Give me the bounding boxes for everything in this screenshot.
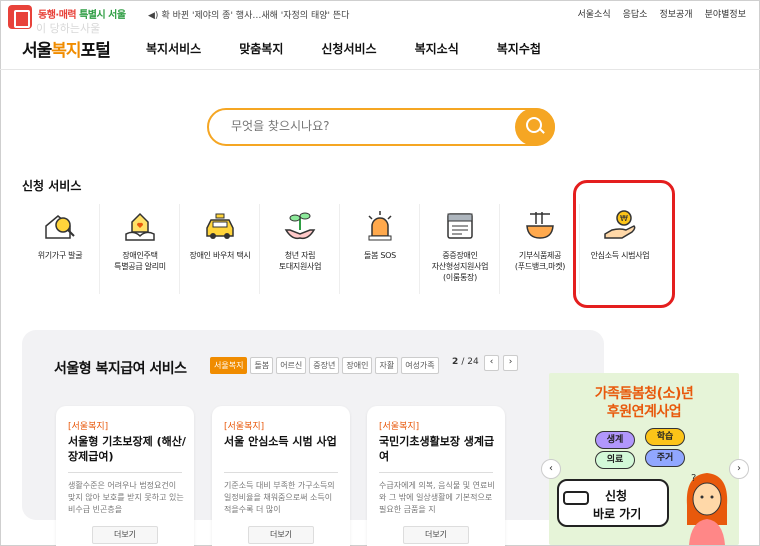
news-ticker[interactable]: ◀) 확 바뀐 '제야의 종' 행사…새해 '자정의 태양' 뜬다 bbox=[148, 8, 349, 21]
main-nav: 서울복지포털 복지서비스 맞춤복지 신청서비스 복지소식 복지수첩 bbox=[0, 30, 760, 70]
service-disabled-housing[interactable]: 장애인주택 특별공급 알리미 bbox=[100, 204, 180, 294]
banner-title-1: 가족돌봄청(소)년 bbox=[594, 386, 694, 402]
card-divider bbox=[224, 472, 338, 473]
bubble-medical: 의료 bbox=[595, 451, 635, 469]
brand-part-3: 포털 bbox=[80, 41, 111, 61]
banner-prev-button[interactable]: ‹ bbox=[541, 459, 561, 479]
card-description: 수급자에게 의복, 음식물 및 연료비와 그 밖에 일상생활에 기본적으로 필요… bbox=[379, 481, 495, 514]
link-eungdapso[interactable]: 응답소 bbox=[623, 7, 648, 20]
tab-seoul-welfare[interactable]: 서울복지 bbox=[210, 357, 248, 374]
brand-part-1: 서울 bbox=[22, 41, 52, 61]
tab-self-support[interactable]: 자활 bbox=[375, 357, 399, 374]
cta-line-1: 신청 bbox=[605, 489, 628, 503]
service-label: 위기가구 발굴 bbox=[37, 251, 83, 260]
person-illustration: ? bbox=[686, 473, 728, 545]
news-ticker-text: 확 바뀐 '제야의 종' 행사…새해 '자정의 태양' 뜬다 bbox=[161, 11, 350, 21]
house-search-icon bbox=[45, 215, 75, 239]
tab-disabled[interactable]: 장애인 bbox=[342, 357, 373, 374]
gnb-menu: 복지서비스 맞춤복지 신청서비스 복지소식 복지수첩 bbox=[146, 40, 541, 57]
banner-title-2: 후원연계사업 bbox=[606, 404, 682, 420]
link-info-disclosure[interactable]: 정보공개 bbox=[659, 7, 692, 20]
banner-next-button[interactable]: › bbox=[729, 459, 749, 479]
bubble-learning: 학습 bbox=[645, 428, 685, 446]
apply-now-button[interactable]: 신청 바로 가기 bbox=[557, 479, 669, 527]
chevron-left-icon: ‹ bbox=[549, 463, 553, 474]
service-care-sos[interactable]: 돌봄 SOS bbox=[340, 204, 420, 294]
chevron-left-icon: ‹ bbox=[489, 357, 494, 367]
service-asset-formation[interactable]: 중증장애인 자산형성지원사업 (이룸통장) bbox=[420, 204, 500, 294]
more-button[interactable]: 더보기 bbox=[403, 526, 469, 544]
page-total: / 24 bbox=[461, 357, 479, 367]
bankbook-icon bbox=[447, 213, 473, 239]
chevron-right-icon: › bbox=[737, 463, 741, 474]
siren-icon bbox=[368, 211, 392, 241]
cta-line-2: 바로 가기 bbox=[593, 507, 642, 521]
taxi-icon bbox=[206, 213, 234, 239]
card-title: 서울형 기초보장제 (해산/장제급여) bbox=[68, 435, 186, 463]
menu-welfare-news[interactable]: 복지소식 bbox=[415, 40, 459, 57]
food-bowl-icon bbox=[526, 212, 554, 239]
service-food-bank[interactable]: 기부식품제공 (푸드뱅크,마켓) bbox=[500, 204, 580, 294]
welfare-benefit-panel: 서울형 복지급여 서비스 서울복지 돌봄 어르신 중장년 장애인 자활 여성가족… bbox=[22, 330, 604, 546]
next-page-button[interactable]: › bbox=[503, 355, 518, 371]
pointing-hand-icon bbox=[563, 491, 589, 505]
card-description: 생활수준은 어려우나 법정요건이 맞지 않아 보호를 받지 못하고 있는 비수급… bbox=[68, 481, 184, 514]
service-label: 기부식품제공 (푸드뱅크,마켓) bbox=[514, 251, 566, 271]
svg-text:?: ? bbox=[691, 473, 696, 484]
link-field-info[interactable]: 분야별정보 bbox=[705, 7, 746, 20]
menu-custom-welfare[interactable]: 맞춤복지 bbox=[239, 40, 283, 57]
utility-links: 서울소식 응답소 정보공개 분야별정보 bbox=[578, 7, 747, 20]
top-bar: 동행·매력 특별시 서울 이 당하는사울 ◀) 확 바뀐 '제야의 종' 행사…새… bbox=[0, 0, 760, 35]
benefit-card[interactable]: [서울복지] 서울 안심소득 시범 사업 기준소득 대비 부족한 가구소득의 일… bbox=[212, 406, 350, 546]
card-description: 기준소득 대비 부족한 가구소득의 일정비율을 채워줌으로써 소득이 적을수록 … bbox=[224, 481, 335, 514]
seoul-slogan[interactable]: 동행·매력 특별시 서울 bbox=[38, 6, 126, 21]
category-tabs: 서울복지 돌봄 어르신 중장년 장애인 자활 여성가족 bbox=[210, 357, 439, 374]
card-tag: [서울복지] bbox=[224, 422, 265, 432]
benefit-card[interactable]: [서울복지] 국민기초생활보장 생계급여 수급자에게 의복, 음식물 및 연료비… bbox=[367, 406, 505, 546]
service-youth-support[interactable]: 청년 자립 토대지원사업 bbox=[260, 204, 340, 294]
menu-welfare-service[interactable]: 복지서비스 bbox=[146, 40, 201, 57]
search-box bbox=[207, 108, 555, 146]
link-seoul-news[interactable]: 서울소식 bbox=[578, 7, 611, 20]
card-title: 서울 안심소득 시범 사업 bbox=[224, 435, 337, 448]
section-title-application: 신청 서비스 bbox=[22, 179, 82, 193]
prev-page-button[interactable]: ‹ bbox=[484, 355, 499, 371]
more-button[interactable]: 더보기 bbox=[92, 526, 158, 544]
promo-banner[interactable]: 가족돌봄청(소)년 후원연계사업 생계 학습 의료 주거 신청 바로 가기 ? bbox=[549, 373, 739, 545]
search-input[interactable] bbox=[231, 119, 501, 133]
page-current: 2 bbox=[452, 357, 459, 367]
menu-welfare-handbook[interactable]: 복지수첩 bbox=[497, 40, 541, 57]
tab-women-family[interactable]: 여성가족 bbox=[401, 357, 439, 374]
card-divider bbox=[379, 472, 493, 473]
highlight-annotation bbox=[573, 180, 675, 308]
service-label: 장애인 바우처 택시 bbox=[189, 251, 251, 260]
service-label: 청년 자립 토대지원사업 bbox=[278, 251, 322, 271]
panel-title: 서울형 복지급여 서비스 bbox=[54, 361, 187, 377]
speaker-icon: ◀) bbox=[148, 11, 159, 21]
house-heart-icon bbox=[125, 212, 155, 241]
service-crisis-household[interactable]: 위기가구 발굴 bbox=[20, 204, 100, 294]
sprout-hands-icon bbox=[284, 212, 316, 240]
card-divider bbox=[68, 472, 182, 473]
seoul-logo-icon[interactable] bbox=[8, 5, 32, 29]
tab-middle-aged[interactable]: 중장년 bbox=[309, 357, 340, 374]
brand-part-2: 복지 bbox=[51, 41, 81, 61]
menu-application-service[interactable]: 신청서비스 bbox=[321, 40, 376, 57]
card-tag: [서울복지] bbox=[68, 422, 109, 432]
card-tag: [서울복지] bbox=[379, 422, 420, 432]
bubble-living: 생계 bbox=[595, 431, 635, 449]
page-indicator: 2 / 24 bbox=[452, 357, 479, 367]
chevron-right-icon: › bbox=[508, 357, 513, 367]
search-button[interactable] bbox=[515, 108, 555, 146]
more-button[interactable]: 더보기 bbox=[248, 526, 314, 544]
service-label: 중증장애인 자산형성지원사업 (이룸통장) bbox=[431, 251, 489, 282]
tab-care[interactable]: 돌봄 bbox=[250, 357, 274, 374]
tab-seniors[interactable]: 어르신 bbox=[276, 357, 307, 374]
service-label: 장애인주택 특별공급 알리미 bbox=[114, 251, 166, 271]
service-label: 돌봄 SOS bbox=[364, 251, 396, 260]
card-title: 국민기초생활보장 생계급여 bbox=[379, 435, 495, 463]
benefit-card[interactable]: [서울복지] 서울형 기초보장제 (해산/장제급여) 생활수준은 어려우나 법정… bbox=[56, 406, 194, 546]
portal-logo[interactable]: 서울복지포털 bbox=[22, 36, 111, 61]
service-voucher-taxi[interactable]: 장애인 바우처 택시 bbox=[180, 204, 260, 294]
